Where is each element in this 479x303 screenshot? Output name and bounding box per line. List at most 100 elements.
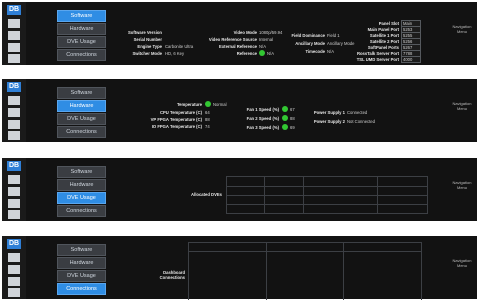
tsl-umd-server-port-field[interactable]: 4000 bbox=[401, 56, 421, 63]
nav-connections-button[interactable]: Connections bbox=[57, 283, 106, 295]
dashboard-logo-icon[interactable]: DB bbox=[7, 82, 21, 92]
nav-software-button[interactable]: Software bbox=[57, 166, 106, 178]
timecode-label: Timecode bbox=[305, 49, 325, 54]
dashboard-connections-label: Dashboard Connections bbox=[137, 270, 185, 280]
allocated-dves-label: Allocated DVEs bbox=[191, 192, 222, 197]
side-label-line2: Menu bbox=[456, 106, 467, 111]
save-icon[interactable] bbox=[8, 131, 20, 140]
satellite-2-port-label: Satellite 2 Port bbox=[369, 39, 399, 44]
save-icon[interactable] bbox=[8, 210, 20, 219]
tsl-umd-server-port-label: TSL UMD Server Port bbox=[356, 57, 399, 62]
nav-dve-usage-button[interactable]: DVE Usage bbox=[57, 36, 106, 48]
nav-connections-button[interactable]: Connections bbox=[57, 205, 106, 217]
save-icon[interactable] bbox=[8, 288, 20, 297]
timecode-value: N/A bbox=[327, 49, 334, 54]
nav-connections-button[interactable]: Connections bbox=[57, 49, 106, 61]
nav-dve-usage-button[interactable]: DVE Usage bbox=[57, 270, 106, 282]
nav-software-button[interactable]: Software bbox=[57, 87, 106, 99]
save-icon[interactable] bbox=[8, 54, 20, 63]
folder-icon[interactable] bbox=[8, 265, 20, 274]
navigation-menu-label[interactable]: Navigation Menu bbox=[451, 258, 473, 268]
list-icon[interactable] bbox=[8, 175, 20, 184]
power-supply-2-value: Not Connected bbox=[347, 119, 375, 124]
list-icon[interactable] bbox=[8, 96, 20, 105]
table-row bbox=[227, 195, 427, 196]
icon-rail: DB bbox=[2, 158, 26, 221]
video-mode-value: 1080p/59.94 bbox=[259, 30, 283, 35]
dashboard-logo-icon[interactable]: DB bbox=[7, 161, 21, 171]
dashboard-logo-icon[interactable]: DB bbox=[7, 239, 21, 249]
engine-type-value: Carbonite Ultra bbox=[165, 44, 194, 49]
nav-hardware-button[interactable]: Hardware bbox=[57, 257, 106, 269]
list-icon[interactable] bbox=[8, 253, 20, 262]
folder-icon[interactable] bbox=[8, 108, 20, 117]
folder-icon[interactable] bbox=[8, 43, 20, 52]
reference-value: N/A bbox=[267, 51, 274, 56]
video-reference-source-value: Internal bbox=[259, 37, 273, 42]
io-fpga-temperature-value: 74 bbox=[205, 124, 210, 129]
softpanel-ports-label: SoftPanel Ports bbox=[367, 45, 399, 50]
icon-rail: DB bbox=[2, 236, 26, 299]
reference-label: Reference bbox=[236, 51, 257, 56]
engine-type-label: Engine Type bbox=[137, 44, 162, 49]
cpu-temperature-label: CPU Temperature (C) bbox=[159, 110, 202, 115]
external-reference-label: External Reference bbox=[219, 44, 257, 49]
connections-label-line2: Connections bbox=[159, 275, 185, 280]
navigation-menu-label[interactable]: Navigation Menu bbox=[451, 180, 473, 190]
ancillary-mode-label: Ancillary Mode bbox=[295, 41, 325, 46]
navigation-menu-label[interactable]: Navigation Menu bbox=[451, 101, 473, 111]
switcher-mode-value: HD, 6 Key bbox=[165, 51, 185, 56]
field-dominance-value: Field 1 bbox=[327, 33, 340, 38]
nav-software-button[interactable]: Software bbox=[57, 10, 106, 22]
allocated-dves-table bbox=[226, 176, 428, 214]
external-reference-value: N/A bbox=[259, 44, 266, 49]
icon-rail: DB bbox=[2, 79, 26, 142]
video-reference-source-label: Video Reference Source bbox=[208, 37, 257, 42]
software-version-label: Software Version bbox=[128, 30, 162, 35]
folder-icon[interactable] bbox=[8, 277, 20, 286]
fan-3-speed-value: 69 bbox=[290, 125, 295, 130]
table-row bbox=[227, 186, 427, 187]
temperature-value: Normal bbox=[213, 102, 227, 107]
tsl-umd-server-port-value: 4000 bbox=[403, 57, 413, 62]
folder-icon[interactable] bbox=[8, 120, 20, 129]
switcher-mode-label: Switcher Mode bbox=[132, 51, 162, 56]
field-dominance-label: Field Dominance bbox=[291, 33, 325, 38]
panel-slot-label: Panel Slot bbox=[378, 21, 399, 26]
table-row bbox=[189, 251, 421, 252]
nav-hardware-button[interactable]: Hardware bbox=[57, 23, 106, 35]
temperature-label: Temperature bbox=[176, 102, 202, 107]
nav-connections-button[interactable]: Connections bbox=[57, 126, 106, 138]
reference-status-icon bbox=[259, 50, 265, 56]
vp-fpga-temperature-label: VP FPGA Temperature (C) bbox=[150, 117, 202, 122]
nav-hardware-button[interactable]: Hardware bbox=[57, 179, 106, 191]
nav-hardware-button[interactable]: Hardware bbox=[57, 100, 106, 112]
nav-dve-usage-button[interactable]: DVE Usage bbox=[57, 113, 106, 125]
fan-1-speed-label: Fan 1 Speed (%) bbox=[246, 107, 279, 112]
temperature-status-icon bbox=[205, 101, 211, 107]
software-panel: DB Software Hardware DVE Usage Connectio… bbox=[2, 2, 477, 65]
fan-1-speed-value: 67 bbox=[290, 107, 295, 112]
dashboard-logo-icon[interactable]: DB bbox=[7, 5, 21, 15]
folder-icon[interactable] bbox=[8, 199, 20, 208]
icon-rail: DB bbox=[2, 2, 26, 65]
vp-fpga-temperature-value: 88 bbox=[205, 117, 210, 122]
fan-2-speed-label: Fan 2 Speed (%) bbox=[246, 116, 279, 121]
navigation-menu-label[interactable]: Navigation Menu bbox=[451, 24, 473, 34]
folder-icon[interactable] bbox=[8, 187, 20, 196]
rosstalk-server-port-label: RossTalk Server Port bbox=[356, 51, 399, 56]
fan-1-status-icon bbox=[282, 106, 288, 112]
folder-icon[interactable] bbox=[8, 31, 20, 40]
nav-software-button[interactable]: Software bbox=[57, 244, 106, 256]
power-supply-2-label: Power Supply 2 bbox=[313, 119, 345, 124]
power-supply-1-label: Power Supply 1 bbox=[313, 110, 345, 115]
table-row bbox=[227, 204, 427, 205]
side-label-line2: Menu bbox=[456, 29, 467, 34]
nav-dve-usage-button[interactable]: DVE Usage bbox=[57, 192, 106, 204]
connections-table bbox=[188, 242, 422, 300]
list-icon[interactable] bbox=[8, 19, 20, 28]
main-panel-port-label: Main Panel Port bbox=[367, 27, 399, 32]
io-fpga-temperature-label: IO FPGA Temperature (C) bbox=[151, 124, 202, 129]
fan-3-speed-label: Fan 3 Speed (%) bbox=[246, 125, 279, 130]
fan-2-status-icon bbox=[282, 115, 288, 121]
